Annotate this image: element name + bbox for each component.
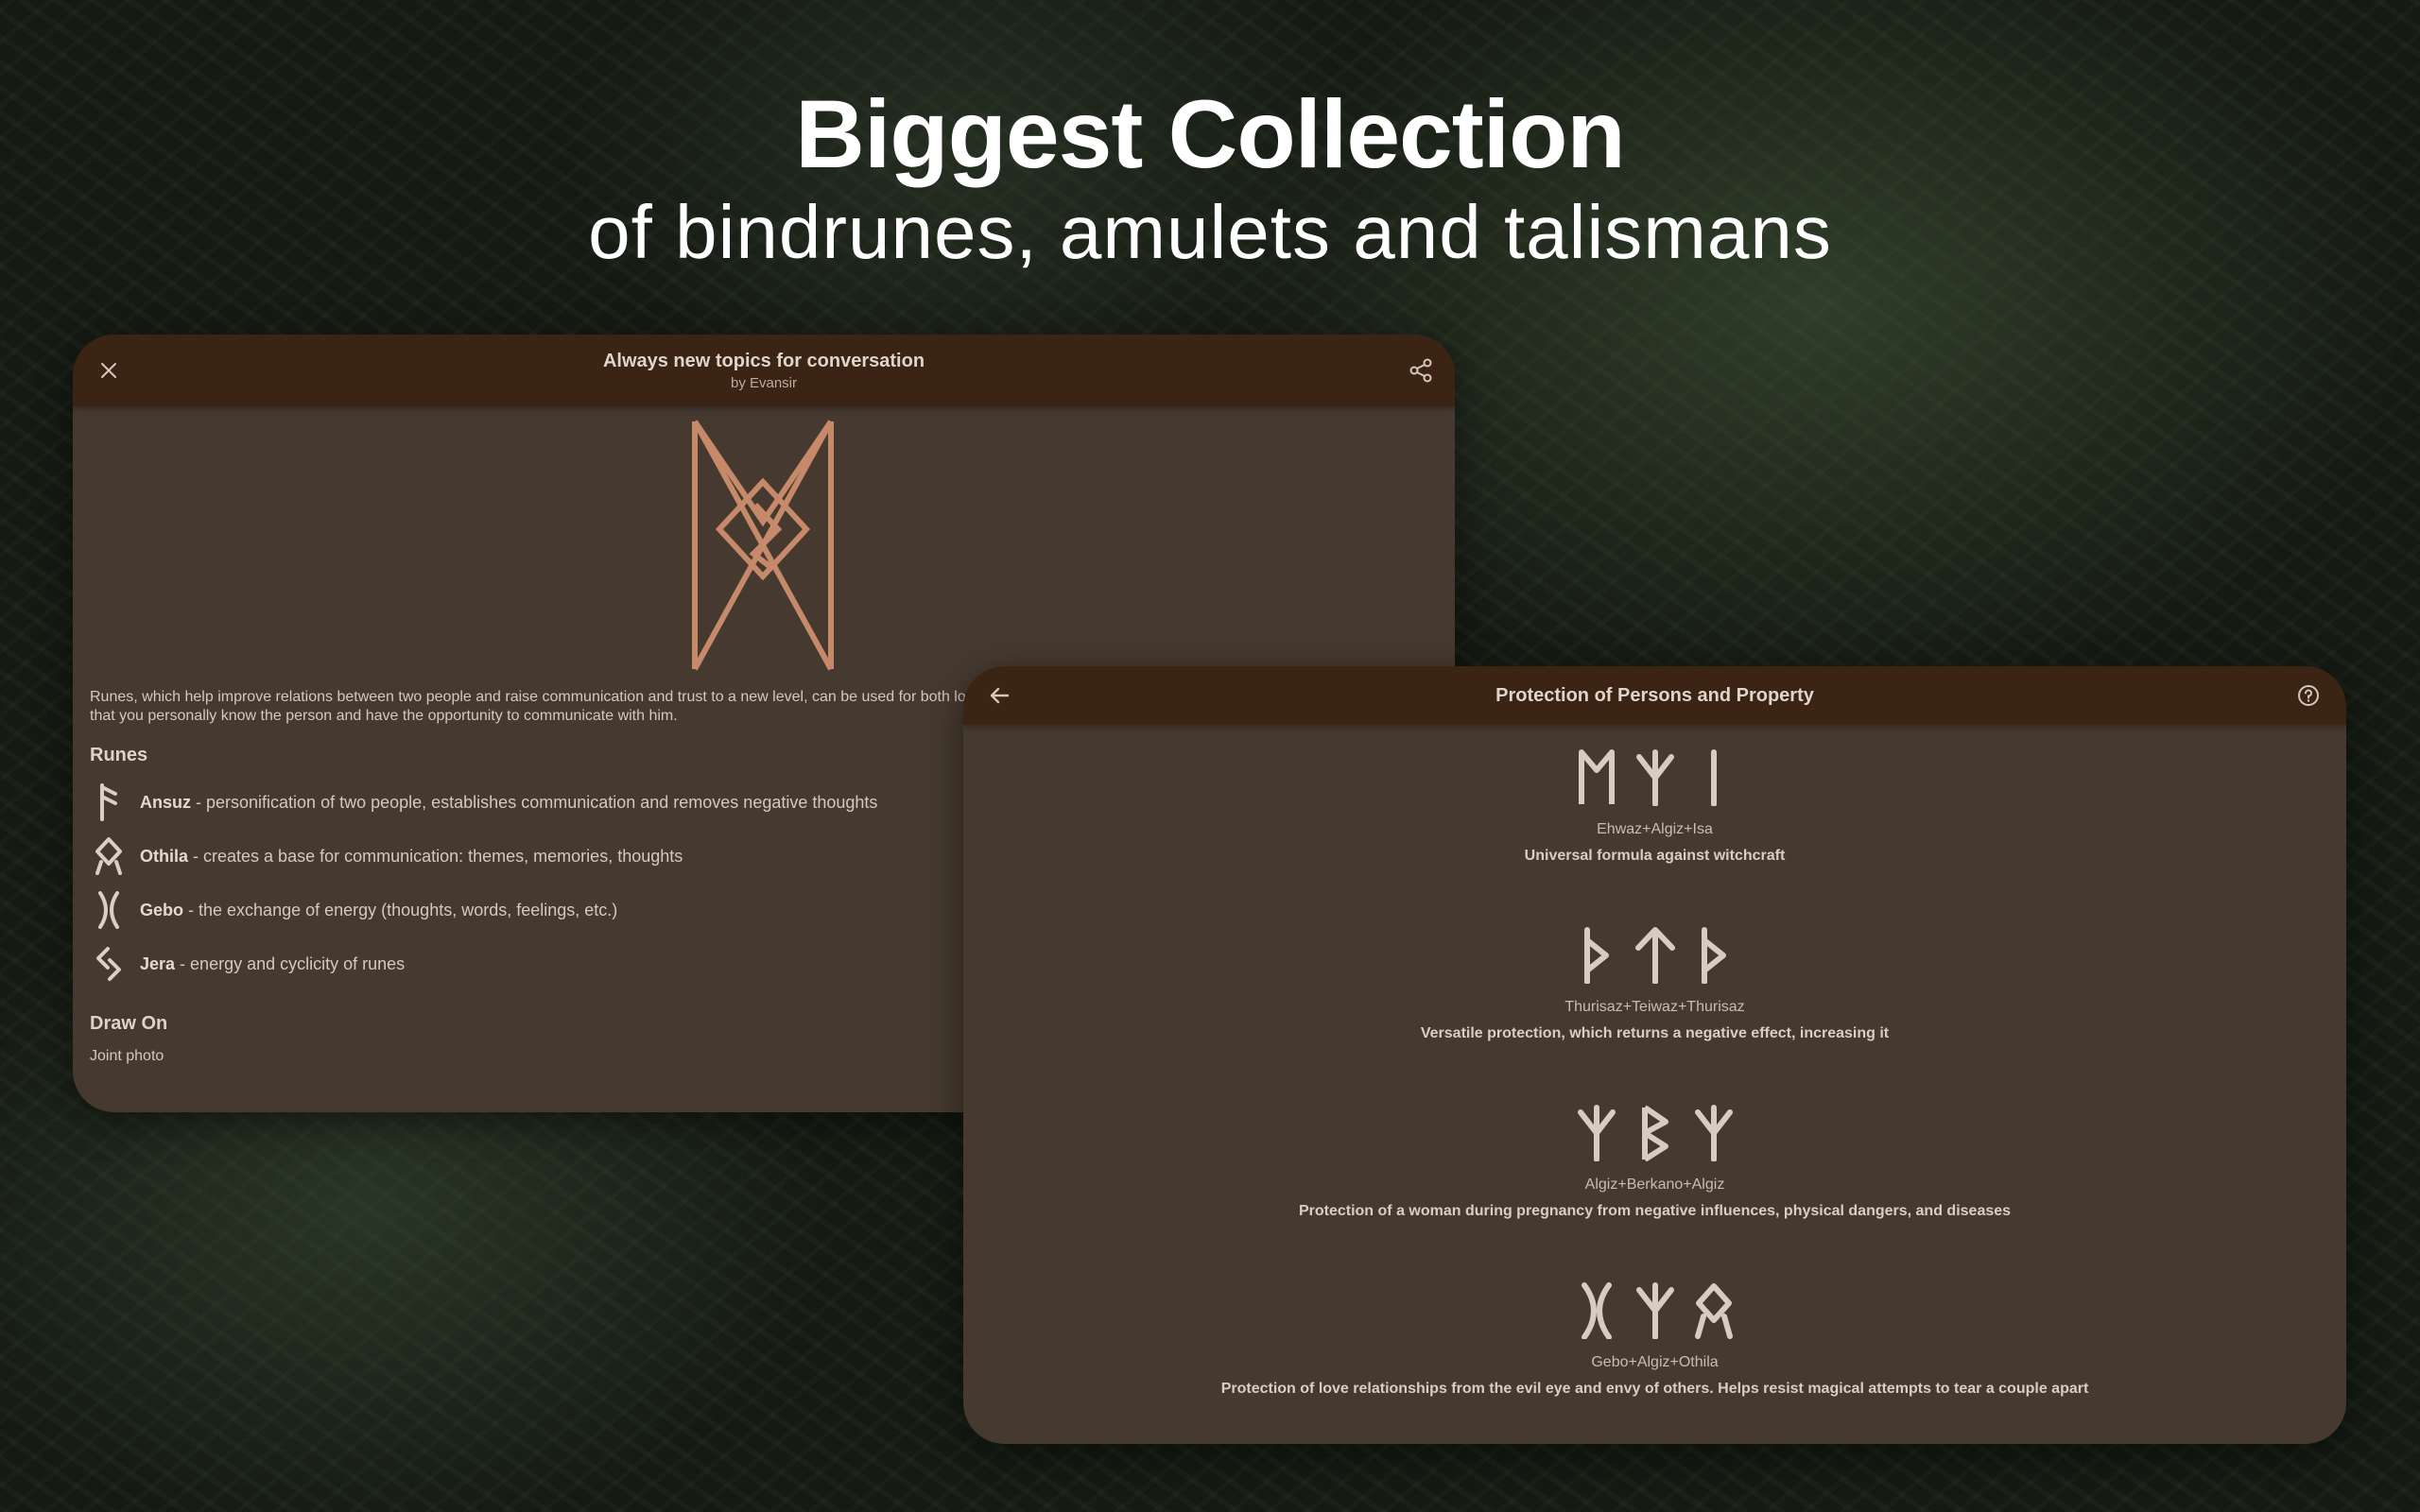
- rune-glyphs: [963, 749, 2346, 810]
- detail-author: by Evansir: [730, 375, 798, 391]
- runes-heading: Runes: [90, 745, 148, 765]
- gebo-rune-icon: [98, 891, 119, 929]
- formula-label: Thurisaz+Teiwaz+Thurisaz: [1564, 999, 1745, 1015]
- detail-description-line-2: that you personally know the person and …: [90, 708, 678, 724]
- rune-description: - energy and cyclicity of runes: [175, 954, 406, 973]
- rune-name: Othila: [140, 846, 189, 866]
- bindrune-image: [692, 420, 834, 671]
- rune-row-othila: Othila - creates a base for communicatio…: [95, 837, 683, 875]
- rune-row-ansuz: Ansuz - personification of two people, e…: [95, 783, 877, 821]
- algiz-rune-icon: [1635, 749, 1674, 806]
- list-app-bar: Protection of Persons and Property: [963, 666, 2346, 725]
- algiz-rune-icon: [1577, 1105, 1616, 1161]
- rune-description: - personification of two people, establi…: [191, 792, 878, 812]
- formula-item[interactable]: Algiz+Berkano+Algiz Protection of a woma…: [963, 1105, 2346, 1220]
- teiwaz-rune-icon: [1634, 927, 1675, 984]
- rune-row-gebo: Gebo - the exchange of energy (thoughts,…: [95, 891, 617, 929]
- headline-title: Biggest Collection: [795, 80, 1625, 188]
- rune-name: Ansuz: [140, 792, 191, 812]
- algiz-rune-icon: [1635, 1282, 1674, 1339]
- formula-label: Ehwaz+Algiz+Isa: [1597, 821, 1713, 837]
- help-circle-icon[interactable]: [2291, 679, 2325, 713]
- detail-description-line-1: Runes, which help improve relations betw…: [90, 689, 966, 705]
- draw-on-value: Joint photo: [90, 1048, 164, 1064]
- rune-glyphs: [963, 1105, 2346, 1165]
- detail-title: Always new topics for conversation: [602, 351, 925, 371]
- draw-on-heading: Draw On: [90, 1013, 168, 1034]
- algiz-rune-icon: [1694, 1105, 1733, 1161]
- gebo-rune-icon: [1581, 1282, 1612, 1339]
- rune-row-jera: Jera - energy and cyclicity of runes: [95, 945, 405, 983]
- formula-label: Gebo+Algiz+Othila: [1591, 1354, 1719, 1370]
- share-icon[interactable]: [1403, 352, 1439, 388]
- detail-app-bar: Always new topics for conversation by Ev…: [73, 335, 1455, 406]
- headline-subtitle: of bindrunes, amulets and talismans: [588, 190, 1832, 274]
- formula-item[interactable]: Ehwaz+Algiz+Isa Universal formula agains…: [963, 749, 2346, 865]
- list-title: Protection of Persons and Property: [1495, 685, 1814, 706]
- thurisaz-rune-icon: [1583, 927, 1609, 984]
- formula-meaning: Universal formula against witchcraft: [1524, 848, 1786, 864]
- formula-meaning: Versatile protection, which returns a ne…: [1420, 1025, 1890, 1041]
- protection-list-screen: Protection of Persons and Property Ehwaz…: [963, 666, 2346, 1444]
- formula-item[interactable]: Gebo+Algiz+Othila Protection of love rel…: [963, 1282, 2346, 1398]
- rune-glyphs: [963, 1282, 2346, 1343]
- ansuz-rune-icon: [100, 783, 117, 821]
- rune-description: - creates a base for communication: them…: [188, 846, 683, 866]
- rune-name: Gebo: [140, 900, 184, 919]
- formula-label: Algiz+Berkano+Algiz: [1584, 1177, 1725, 1193]
- formula-item[interactable]: Thurisaz+Teiwaz+Thurisaz Versatile prote…: [963, 927, 2346, 1042]
- formula-meaning: Protection of love relationships from th…: [1220, 1381, 2089, 1397]
- ehwaz-rune-icon: [1578, 749, 1615, 804]
- isa-rune-icon: [1710, 749, 1717, 806]
- rune-name: Jera: [140, 954, 176, 973]
- othila-rune-icon: [1694, 1283, 1733, 1339]
- thurisaz-rune-icon: [1701, 927, 1726, 984]
- jera-rune-icon: [96, 947, 121, 981]
- rune-description: - the exchange of energy (thoughts, word…: [183, 900, 618, 919]
- berkano-rune-icon: [1641, 1105, 1668, 1161]
- formula-meaning: Protection of a woman during pregnancy f…: [1298, 1203, 2012, 1219]
- rune-glyphs: [963, 927, 2346, 988]
- othila-rune-icon: [95, 837, 122, 875]
